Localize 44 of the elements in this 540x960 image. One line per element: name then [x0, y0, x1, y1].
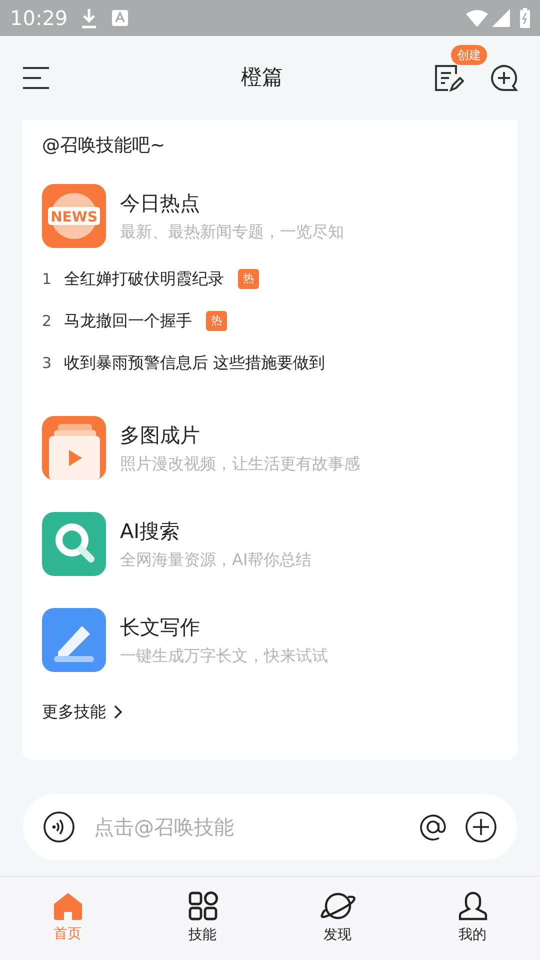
nav-tab[interactable]: 我的 [405, 877, 540, 960]
skill-title[interactable]: 今日热点 [120, 189, 344, 217]
menu-icon[interactable] [22, 66, 50, 90]
chevron-right-icon [114, 705, 122, 719]
letter-a-icon [112, 9, 128, 27]
skill-description: 全网海量资源，AI帮你总结 [120, 549, 312, 571]
skill-input-field[interactable]: 点击@召唤技能 [94, 812, 417, 842]
hot-badge: 热 [206, 311, 227, 331]
rank-number: 2 [42, 310, 53, 332]
skill-title[interactable]: 多图成片 [120, 421, 360, 449]
create-badge: 创建 [451, 45, 487, 65]
rank-number: 3 [42, 352, 53, 374]
skill-description: 照片漫改视频，让生活更有故事感 [120, 453, 360, 475]
status-time: 10:29 [10, 5, 68, 32]
hot-topic-link[interactable]: 收到暴雨预警信息后 这些措施要做到 [64, 351, 326, 375]
skill-description: 一键生成万字长文，快来试试 [120, 645, 328, 667]
skill-title[interactable]: AI搜索 [120, 517, 312, 545]
battery-icon [520, 8, 530, 28]
skill-description: 最新、最热新闻专题，一览尽知 [120, 221, 344, 243]
grid-icon [188, 891, 218, 921]
input-bar[interactable]: 点击@召唤技能 [23, 794, 517, 860]
person-icon [458, 891, 488, 921]
video-icon[interactable] [42, 416, 106, 480]
download-icon [80, 7, 98, 29]
search-icon[interactable] [42, 512, 106, 576]
planet-icon [320, 891, 356, 921]
app-title: 橙篇 [240, 64, 284, 92]
create-note-icon[interactable] [434, 64, 464, 92]
pen-icon[interactable] [42, 608, 106, 672]
home-icon [52, 892, 82, 920]
intro-text: @召唤技能吧~ [42, 134, 166, 158]
hot-badge: 热 [238, 269, 259, 289]
new-chat-icon[interactable] [490, 64, 518, 92]
more-skills-link[interactable]: 更多技能 [42, 700, 122, 724]
voice-icon[interactable] [43, 811, 75, 843]
hot-topic-link[interactable]: 马龙撤回一个握手 [64, 309, 192, 333]
nav-tab[interactable]: 发现 [270, 877, 405, 960]
nav-tab[interactable]: 技能 [135, 877, 270, 960]
skill-title[interactable]: 长文写作 [120, 613, 328, 641]
wifi-icon [466, 9, 488, 27]
add-icon[interactable] [465, 811, 497, 843]
rank-number: 1 [42, 268, 53, 290]
signal-icon [492, 9, 510, 27]
hot-topic-link[interactable]: 全红婵打破伏明霞纪录 [64, 267, 224, 291]
